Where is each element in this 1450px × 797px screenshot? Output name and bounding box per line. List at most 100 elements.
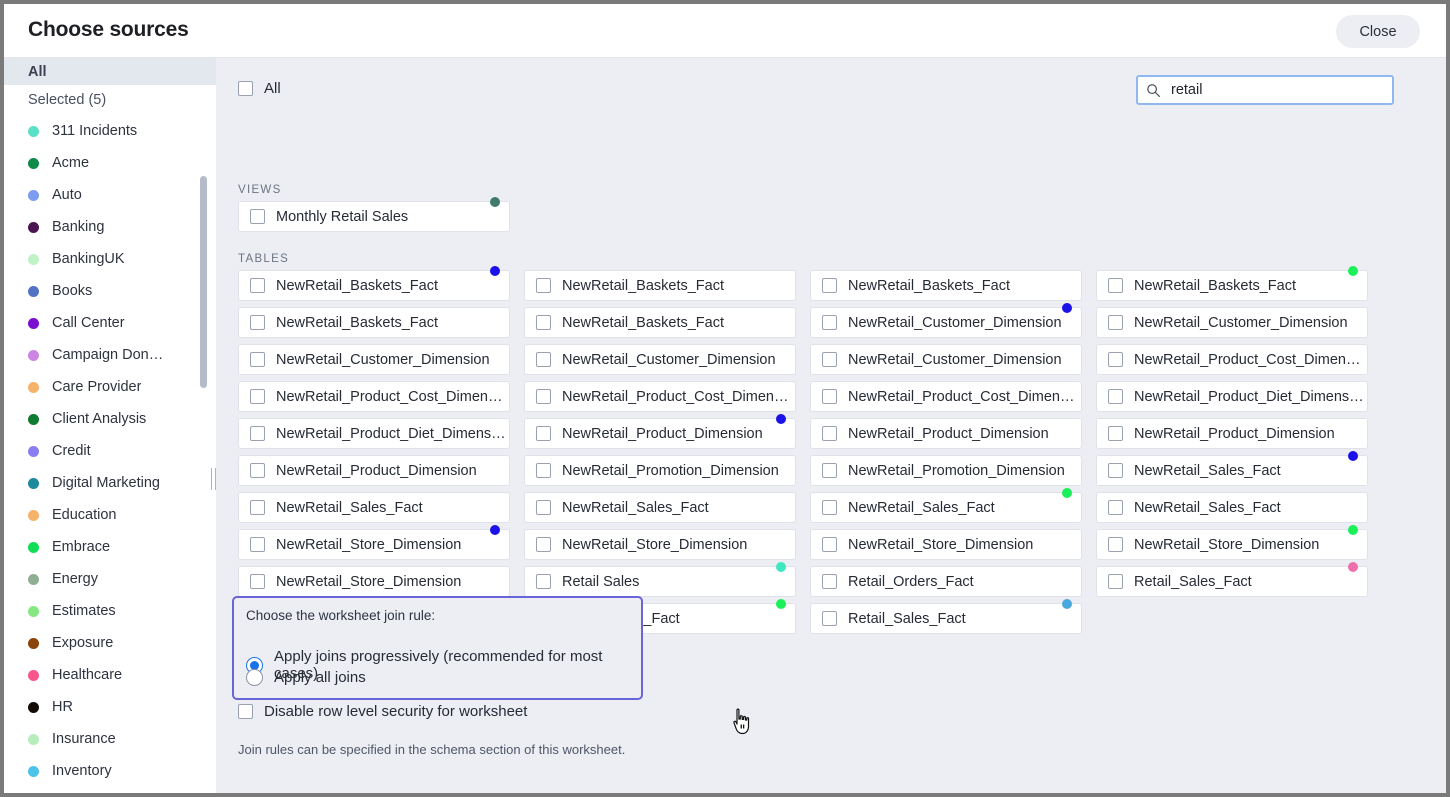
- disable-rls-row[interactable]: Disable row level security for worksheet: [238, 703, 527, 720]
- source-card-checkbox[interactable]: [536, 352, 551, 367]
- source-card-checkbox[interactable]: [536, 537, 551, 552]
- source-card-checkbox[interactable]: [536, 574, 551, 589]
- source-card-checkbox[interactable]: [1108, 500, 1123, 515]
- source-card-checkbox[interactable]: [536, 426, 551, 441]
- sidebar-tab-selected[interactable]: Selected (5): [4, 85, 216, 115]
- sidebar-scrollbar-thumb[interactable]: [200, 176, 207, 388]
- sidebar-item[interactable]: Exposure: [4, 627, 216, 659]
- radio-all-icon[interactable]: [246, 669, 263, 686]
- source-card[interactable]: NewRetail_Product_Dimension: [1096, 418, 1368, 449]
- sidebar-item[interactable]: Call Center: [4, 307, 216, 339]
- source-card-checkbox[interactable]: [822, 611, 837, 626]
- sidebar-item[interactable]: Auto: [4, 179, 216, 211]
- sidebar-item[interactable]: Inventory: [4, 755, 216, 787]
- select-all-checkbox[interactable]: [238, 81, 253, 96]
- sidebar-item[interactable]: 311 Incidents: [4, 115, 216, 147]
- source-card[interactable]: NewRetail_Product_Cost_Dimen…: [238, 381, 510, 412]
- sidebar-item[interactable]: Estimates: [4, 595, 216, 627]
- source-card-checkbox[interactable]: [250, 389, 265, 404]
- source-card[interactable]: Monthly Retail Sales: [238, 201, 510, 232]
- source-card-checkbox[interactable]: [1108, 537, 1123, 552]
- source-card-checkbox[interactable]: [822, 500, 837, 515]
- source-card-checkbox[interactable]: [822, 463, 837, 478]
- source-card-checkbox[interactable]: [536, 315, 551, 330]
- source-card-checkbox[interactable]: [822, 278, 837, 293]
- sidebar-item[interactable]: HR: [4, 691, 216, 723]
- source-card[interactable]: NewRetail_Sales_Fact: [238, 492, 510, 523]
- join-rule-option-all[interactable]: Apply all joins: [246, 669, 366, 686]
- source-card-checkbox[interactable]: [1108, 315, 1123, 330]
- close-button[interactable]: Close: [1336, 15, 1420, 48]
- source-card[interactable]: Retail_Orders_Fact: [810, 566, 1082, 597]
- source-card-checkbox[interactable]: [1108, 463, 1123, 478]
- source-card-checkbox[interactable]: [250, 463, 265, 478]
- search-box[interactable]: [1136, 75, 1394, 105]
- source-card[interactable]: NewRetail_Baskets_Fact: [524, 270, 796, 301]
- source-card[interactable]: NewRetail_Product_Diet_Dimens…: [1096, 381, 1368, 412]
- sidebar-item[interactable]: Digital Marketing: [4, 467, 216, 499]
- source-card[interactable]: NewRetail_Product_Dimension: [524, 418, 796, 449]
- source-card[interactable]: NewRetail_Product_Cost_Dimen…: [810, 381, 1082, 412]
- source-card-checkbox[interactable]: [250, 278, 265, 293]
- source-card[interactable]: Retail Sales: [524, 566, 796, 597]
- source-card[interactable]: NewRetail_Product_Cost_Dimen…: [524, 381, 796, 412]
- source-card[interactable]: NewRetail_Baskets_Fact: [524, 307, 796, 338]
- source-card[interactable]: NewRetail_Baskets_Fact: [1096, 270, 1368, 301]
- source-card[interactable]: NewRetail_Product_Dimension: [810, 418, 1082, 449]
- sidebar-item[interactable]: Campaign Don…: [4, 339, 216, 371]
- source-card-checkbox[interactable]: [250, 537, 265, 552]
- source-card[interactable]: NewRetail_Store_Dimension: [1096, 529, 1368, 560]
- source-card[interactable]: NewRetail_Product_Cost_Dimen…: [1096, 344, 1368, 375]
- source-card[interactable]: NewRetail_Promotion_Dimension: [810, 455, 1082, 486]
- source-card-checkbox[interactable]: [1108, 389, 1123, 404]
- source-card[interactable]: NewRetail_Sales_Fact: [524, 492, 796, 523]
- source-card-checkbox[interactable]: [250, 209, 265, 224]
- sidebar-item[interactable]: Healthcare: [4, 659, 216, 691]
- source-card-checkbox[interactable]: [1108, 426, 1123, 441]
- source-card-checkbox[interactable]: [822, 389, 837, 404]
- source-card[interactable]: NewRetail_Product_Dimension: [238, 455, 510, 486]
- sidebar-item[interactable]: BankingUK: [4, 243, 216, 275]
- source-card[interactable]: NewRetail_Store_Dimension: [810, 529, 1082, 560]
- source-card-checkbox[interactable]: [1108, 574, 1123, 589]
- source-card-checkbox[interactable]: [536, 463, 551, 478]
- sidebar-item[interactable]: Credit: [4, 435, 216, 467]
- sidebar-item[interactable]: Insurance: [4, 723, 216, 755]
- sidebar-item[interactable]: Care Provider: [4, 371, 216, 403]
- source-card[interactable]: NewRetail_Baskets_Fact: [238, 270, 510, 301]
- source-card-checkbox[interactable]: [536, 500, 551, 515]
- source-card[interactable]: NewRetail_Customer_Dimension: [810, 307, 1082, 338]
- disable-rls-checkbox[interactable]: [238, 704, 253, 719]
- source-card[interactable]: Retail_Sales_Fact: [810, 603, 1082, 634]
- source-card-checkbox[interactable]: [822, 574, 837, 589]
- search-input[interactable]: [1169, 81, 1384, 99]
- sidebar-item[interactable]: Education: [4, 499, 216, 531]
- source-card-checkbox[interactable]: [822, 352, 837, 367]
- source-card-checkbox[interactable]: [822, 315, 837, 330]
- source-card[interactable]: NewRetail_Customer_Dimension: [810, 344, 1082, 375]
- sidebar-item[interactable]: Embrace: [4, 531, 216, 563]
- source-card-checkbox[interactable]: [1108, 278, 1123, 293]
- source-card[interactable]: NewRetail_Store_Dimension: [238, 529, 510, 560]
- source-card-checkbox[interactable]: [536, 278, 551, 293]
- sidebar-tab-all[interactable]: All: [4, 58, 216, 85]
- select-all-row[interactable]: All: [238, 80, 281, 97]
- source-card[interactable]: NewRetail_Promotion_Dimension: [524, 455, 796, 486]
- sidebar-source-list[interactable]: 311 IncidentsAcmeAutoBankingBankingUKBoo…: [4, 115, 216, 793]
- source-card[interactable]: NewRetail_Sales_Fact: [810, 492, 1082, 523]
- source-card-checkbox[interactable]: [250, 574, 265, 589]
- source-card-checkbox[interactable]: [536, 389, 551, 404]
- source-card[interactable]: NewRetail_Customer_Dimension: [524, 344, 796, 375]
- source-card[interactable]: Retail_Sales_Fact: [1096, 566, 1368, 597]
- source-card[interactable]: NewRetail_Sales_Fact: [1096, 455, 1368, 486]
- source-card[interactable]: NewRetail_Store_Dimension: [238, 566, 510, 597]
- source-card-checkbox[interactable]: [250, 500, 265, 515]
- source-card[interactable]: NewRetail_Store_Dimension: [524, 529, 796, 560]
- source-card-checkbox[interactable]: [822, 426, 837, 441]
- source-card-checkbox[interactable]: [250, 352, 265, 367]
- source-card[interactable]: NewRetail_Customer_Dimension: [1096, 307, 1368, 338]
- sidebar-item[interactable]: Energy: [4, 563, 216, 595]
- source-card-checkbox[interactable]: [1108, 352, 1123, 367]
- source-card-checkbox[interactable]: [822, 537, 837, 552]
- source-card[interactable]: NewRetail_Customer_Dimension: [238, 344, 510, 375]
